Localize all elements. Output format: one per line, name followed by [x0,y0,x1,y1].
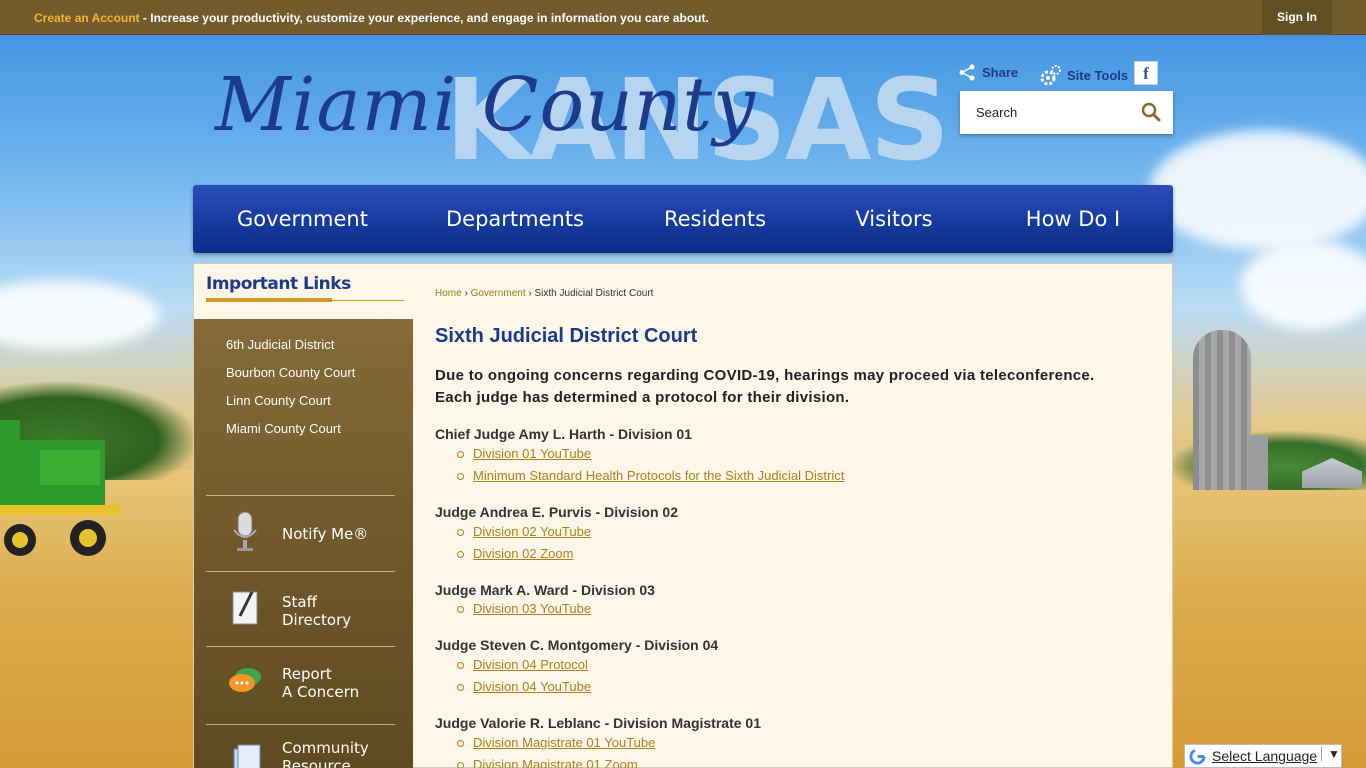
site-logo[interactable]: KANSAS Miami County [215,55,950,185]
judge-heading: Judge Andrea E. Purvis - Division 02 [435,504,678,520]
quick-link-label: Notify Me® [282,525,369,543]
search-box [960,91,1173,134]
search-icon[interactable] [1141,102,1161,122]
list-item: Division 04 YouTube [457,679,591,701]
judge-heading: Judge Steven C. Montgomery - Division 04 [435,637,719,653]
division-link[interactable]: Division 02 Zoom [473,546,573,561]
judge-links: Division 03 YouTube [457,601,591,623]
quick-link-report-concern[interactable]: Report A Concern [206,646,395,722]
sidebar-link-miami-county-court[interactable]: Miami County Court [226,421,355,449]
division-link[interactable]: Division Magistrate 01 Zoom [473,757,638,768]
list-item: Division 01 YouTube [457,446,844,468]
nav-item-departments[interactable]: Departments [425,185,605,253]
sidebar-link-6th-judicial-district[interactable]: 6th Judicial District [226,337,355,365]
sidebar-header: Important Links [194,264,413,319]
division-link[interactable]: Minimum Standard Health Protocols for th… [473,468,844,483]
breadcrumb-separator: › [461,288,471,299]
sign-in-button[interactable]: Sign In [1262,0,1332,35]
list-item: Division Magistrate 01 YouTube [457,735,655,757]
facebook-icon[interactable]: f [1134,61,1158,85]
create-account-link[interactable]: Create an Account [34,11,140,25]
quick-link-label: Resource [282,757,351,768]
judge-heading: Judge Valorie R. Leblanc - Division Magi… [435,715,761,731]
judge-heading: Chief Judge Amy L. Harth - Division 01 [435,426,692,442]
division-link[interactable]: Division 04 Protocol [473,657,588,672]
division-link[interactable]: Division Magistrate 01 YouTube [473,735,655,750]
intro-text: Due to ongoing concerns regarding COVID-… [435,365,1095,409]
sidebar-link-bourbon-county-court[interactable]: Bourbon County Court [226,365,355,393]
intro-line: Each judge has determined a protocol for… [435,389,850,406]
quick-link-label: Directory [282,611,352,629]
breadcrumb-separator: › [525,288,535,299]
sidebar-link-linn-county-court[interactable]: Linn County Court [226,393,355,421]
share-label: Share [982,65,1019,80]
nav-item-visitors[interactable]: Visitors [829,185,959,253]
top-bar: Create an Account - Increase your produc… [0,0,1366,35]
quick-link-community-resource[interactable]: Community Resource [206,724,395,768]
quick-link-label: Staff [282,593,317,611]
content-panel: Important Links 6th Judicial District Bo… [193,263,1173,768]
list-item: Division 02 Zoom [457,546,591,568]
judge-links: Division Magistrate 01 YouTube Division … [457,735,655,768]
important-links-list: 6th Judicial District Bourbon County Cou… [226,337,355,449]
judge-links: Division 02 YouTube Division 02 Zoom [457,524,591,568]
notepad-icon [232,591,258,625]
list-item: Division Magistrate 01 Zoom [457,757,655,768]
list-item: Division 03 YouTube [457,601,591,623]
quick-link-label: A Concern [282,683,360,701]
quick-link-staff-directory[interactable]: Staff Directory [206,571,395,647]
logo-script-text: Miami County [215,62,756,148]
document-icon [233,744,261,768]
main-nav: Government Departments Residents Visitor… [193,185,1173,253]
account-message-text: - Increase your productivity, customize … [139,11,709,25]
language-selector-label: Select Language [1212,748,1318,764]
page-title: Sixth Judicial District Court [435,325,698,347]
site-tools-label: Site Tools [1067,67,1129,83]
search-input[interactable] [960,91,1135,134]
chevron-down-icon: ▼ [1321,747,1340,761]
background-cloud [1150,130,1366,250]
background-cloud [0,280,160,350]
nav-item-government[interactable]: Government [215,185,390,253]
divider [332,300,404,301]
share-button[interactable]: Share [959,64,1018,81]
list-item: Minimum Standard Health Protocols for th… [457,468,844,490]
divider [206,298,332,302]
combine-harvester-image [0,420,120,556]
division-link[interactable]: Division 04 YouTube [473,679,591,694]
gear-icon [1040,65,1061,86]
account-message: Create an Account - Increase your produc… [34,11,709,25]
google-icon [1189,748,1206,765]
intro-line: Due to ongoing concerns regarding COVID-… [435,367,1095,384]
quick-link-label: Report [282,665,332,683]
quick-link-label: Community [282,739,369,757]
nav-item-how-do-i[interactable]: How Do I [1008,185,1138,253]
speech-bubbles-icon [229,668,261,692]
division-link[interactable]: Division 03 YouTube [473,601,591,616]
judge-links: Division 04 Protocol Division 04 YouTube [457,657,591,701]
share-icon [959,64,975,81]
sidebar-title: Important Links [206,274,351,294]
silo-image [1193,330,1251,490]
sidebar: Important Links 6th Judicial District Bo… [194,264,413,768]
list-item: Division 04 Protocol [457,657,591,679]
division-link[interactable]: Division 01 YouTube [473,446,591,461]
language-selector[interactable]: Select Language ▼ [1184,744,1342,768]
division-link[interactable]: Division 02 YouTube [473,524,591,539]
breadcrumb-home[interactable]: Home [435,288,462,299]
nav-item-residents[interactable]: Residents [645,185,785,253]
breadcrumb: Home › Government › Sixth Judicial Distr… [435,288,653,299]
background-cloud [1240,240,1366,330]
quick-link-notify-me[interactable]: Notify Me® [206,495,395,571]
breadcrumb-government[interactable]: Government [471,288,526,299]
silo-image [1248,435,1268,490]
judge-heading: Judge Mark A. Ward - Division 03 [435,582,655,598]
microphone-icon [233,511,257,551]
list-item: Division 02 YouTube [457,524,591,546]
judge-links: Division 01 YouTube Minimum Standard Hea… [457,446,844,490]
site-tools-button[interactable]: Site Tools [1040,64,1128,86]
breadcrumb-current: Sixth Judicial District Court [534,288,654,299]
